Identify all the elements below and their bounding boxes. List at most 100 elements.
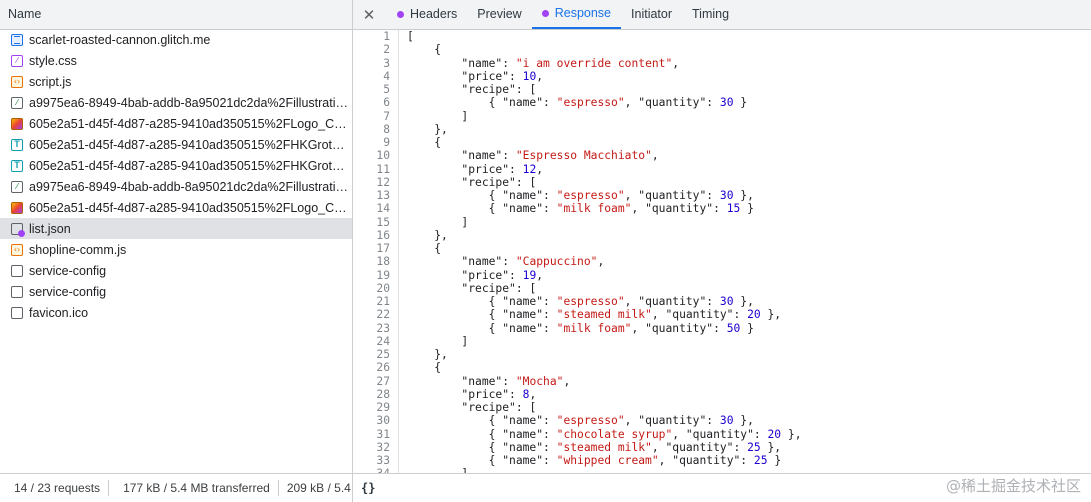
request-row[interactable]: 605e2a51-d45f-4d87-a285-9410ad350515%2FL… (0, 197, 352, 218)
code-line: 10 "name": "Espresso Macchiato", (353, 149, 1091, 163)
tab-label: Preview (477, 7, 522, 21)
line-number: 18 (353, 255, 399, 269)
request-row[interactable]: scarlet-roasted-cannon.glitch.me (0, 29, 352, 50)
line-number: 8 (353, 122, 399, 136)
name-column-header[interactable]: Name (0, 0, 352, 30)
code-line: 13 { "name": "espresso", "quantity": 30 … (353, 189, 1091, 203)
line-content: "recipe": [ (461, 281, 537, 295)
code-line: 29 "recipe": [ (353, 401, 1091, 415)
request-row[interactable]: ⁄ style.css (0, 50, 352, 71)
details-tabbar: ✕ Headers Preview Response Initiator Timing (353, 0, 1091, 30)
request-name: scarlet-roasted-cannon.glitch.me (29, 32, 211, 47)
line-content: { "name": "milk foam", "quantity": 50 } (407, 321, 754, 335)
line-content: "price": 12, (461, 162, 544, 176)
line-number: 25 (353, 348, 399, 362)
request-row[interactable]: ⁄ a9975ea6-8949-4bab-addb-8a95021dc2da%2F… (0, 176, 352, 197)
line-content: "price": 10, (461, 69, 544, 83)
line-number: 6 (353, 96, 399, 110)
transferred-size: 177 kB / 5.4 MB transferred (109, 480, 279, 496)
tab-headers[interactable]: Headers (387, 0, 467, 29)
request-name: a9975ea6-8949-4bab-addb-8a95021dc2da%2Fi… (29, 179, 351, 194)
code-line: 8 }, (353, 122, 1091, 136)
line-number: 15 (353, 215, 399, 229)
tab-label: Initiator (631, 7, 673, 21)
request-row[interactable]: favicon.ico (0, 302, 352, 323)
response-footer: {} @稀土掘金技术社区 (353, 473, 1091, 502)
line-content: ] (407, 109, 469, 123)
line-number: 7 (353, 109, 399, 123)
override-dot-icon (397, 11, 404, 18)
request-row[interactable]: list.json (0, 218, 352, 239)
request-name: 605e2a51-d45f-4d87-a285-9410ad350515%2FH… (29, 158, 351, 173)
request-row[interactable]: service-config (0, 260, 352, 281)
code-line: 20 "recipe": [ (353, 281, 1091, 295)
tab-timing[interactable]: Timing (682, 0, 739, 29)
line-content: "price": 8, (461, 387, 537, 401)
request-row[interactable]: T 605e2a51-d45f-4d87-a285-9410ad350515%2F… (0, 134, 352, 155)
line-number: 3 (353, 56, 399, 70)
request-row[interactable]: ‹› script.js (0, 71, 352, 92)
request-name: 605e2a51-d45f-4d87-a285-9410ad350515%2FH… (29, 137, 351, 152)
code-line: 9 { (353, 136, 1091, 150)
watermark: @稀土掘金技术社区 (945, 477, 1081, 495)
request-row[interactable]: ⁄ a9975ea6-8949-4bab-addb-8a95021dc2da%2F… (0, 92, 352, 113)
code-line: 28 "price": 8, (353, 387, 1091, 401)
line-content: }, (407, 348, 448, 361)
code-line: 2 { (353, 43, 1091, 57)
tab-initiator[interactable]: Initiator (621, 0, 682, 29)
request-list: scarlet-roasted-cannon.glitch.me ⁄ style.c… (0, 29, 352, 323)
response-body[interactable]: 1[2 {3 "name": "i am override content", 4… (353, 30, 1091, 474)
request-name: 605e2a51-d45f-4d87-a285-9410ad350515%2FL… (29, 200, 351, 215)
line-number: 27 (353, 374, 399, 388)
tab-response[interactable]: Response (531, 0, 622, 29)
close-icon[interactable]: ✕ (355, 1, 383, 29)
code-line: 12 "recipe": [ (353, 175, 1091, 189)
line-content: "recipe": [ (461, 83, 537, 96)
tab-preview[interactable]: Preview (467, 0, 531, 29)
code-line: 5 "recipe": [ (353, 83, 1091, 97)
code-line: 25 }, (353, 348, 1091, 362)
line-number: 23 (353, 321, 399, 335)
code-line: 17 { (353, 242, 1091, 256)
request-count: 14 / 23 requests (0, 480, 110, 496)
code-line: 27 "name": "Mocha", (353, 374, 1091, 388)
stylesheet-icon: ⁄ (11, 54, 23, 67)
line-number: 26 (353, 361, 399, 375)
font-icon: T (11, 159, 23, 172)
script-icon: ‹› (11, 75, 23, 88)
request-name: service-config (29, 284, 107, 299)
line-content: { "name": "chocolate syrup", "quantity":… (407, 427, 802, 441)
script-icon: ‹› (11, 243, 23, 256)
request-name: service-config (29, 263, 107, 278)
pretty-print-button[interactable]: {} (361, 481, 375, 495)
request-details-panel: ✕ Headers Preview Response Initiator Timing … (353, 0, 1091, 502)
line-content: "name": "Mocha", (461, 374, 571, 388)
line-number: 2 (353, 43, 399, 57)
line-number: 13 (353, 189, 399, 203)
image-icon: ⁄ (11, 96, 23, 109)
line-content: { (407, 242, 442, 255)
code-line: 6 { "name": "espresso", "quantity": 30 } (353, 96, 1091, 110)
request-name: script.js (29, 74, 72, 89)
image-icon (11, 201, 23, 214)
request-name: a9975ea6-8949-4bab-addb-8a95021dc2da%2Fi… (29, 95, 351, 110)
request-name: shopline-comm.js (29, 242, 127, 257)
line-number: 33 (353, 454, 399, 468)
line-content: { "name": "espresso", "quantity": 30 }, (407, 414, 754, 428)
request-row[interactable]: T 605e2a51-d45f-4d87-a285-9410ad350515%2F… (0, 155, 352, 176)
code-line: 24 ] (353, 334, 1091, 348)
code-line: 19 "price": 19, (353, 268, 1091, 282)
tab-label: Timing (692, 7, 730, 21)
request-row[interactable]: ‹› shopline-comm.js (0, 239, 352, 260)
request-row[interactable]: 605e2a51-d45f-4d87-a285-9410ad350515%2FL… (0, 113, 352, 134)
line-number: 4 (353, 69, 399, 83)
line-number: 17 (353, 242, 399, 256)
tab-label: Headers (410, 7, 458, 21)
line-number: 16 (353, 228, 399, 242)
request-row[interactable]: service-config (0, 281, 352, 302)
code-line: 18 "name": "Cappuccino", (353, 255, 1091, 269)
line-content: [ (407, 30, 414, 43)
code-line: 4 "price": 10, (353, 69, 1091, 83)
line-number: 30 (353, 414, 399, 428)
font-icon: T (11, 138, 23, 151)
